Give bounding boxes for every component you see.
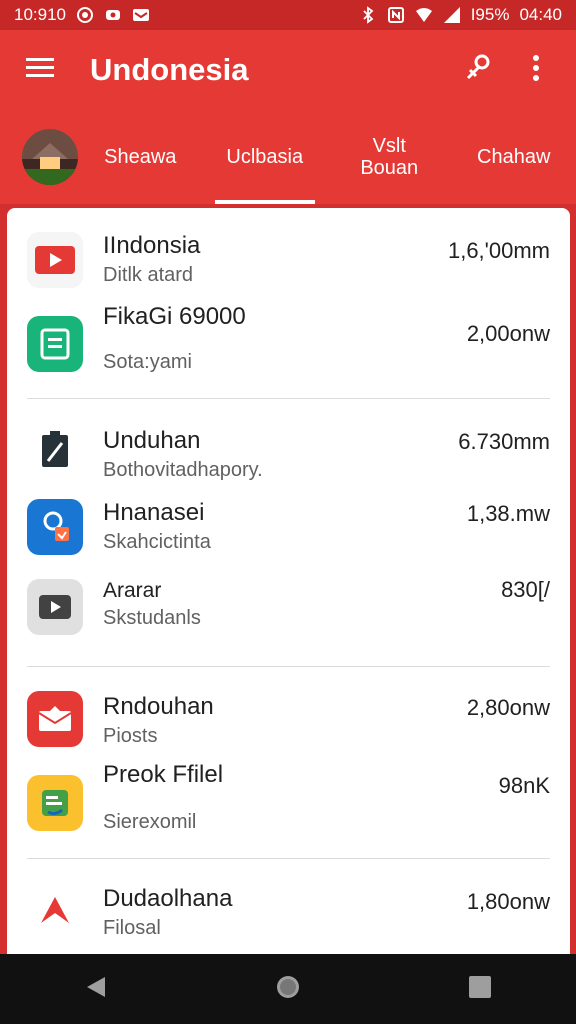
notification-icon [104, 6, 122, 24]
item-subtitle: Sota:yami [103, 351, 192, 373]
app-bar: Undonesia [0, 30, 576, 110]
list-group: Dudaolhana Filosal 1,80onw [27, 859, 550, 954]
list-item[interactable]: Rndouhan Piosts 2,80onw [27, 667, 550, 753]
share-button[interactable] [456, 50, 496, 90]
status-time-right: 04:40 [519, 5, 562, 24]
tab-chahaw[interactable]: Chahaw [452, 110, 576, 204]
menu-icon [26, 57, 54, 84]
list-group: Rndouhan Piosts 2,80onw Preok Ffilel Sie… [27, 667, 550, 859]
mail-icon [27, 691, 83, 747]
list-item[interactable]: Unduhan Bothovitadhapory. 6.730mm [27, 399, 550, 481]
tab-label: Chahaw [477, 146, 551, 168]
status-bar: 10:910 I95% 04:40 [0, 0, 576, 30]
tab-bar: Sheawa Uclbasia Vslt Bouan Chahaw [0, 110, 576, 204]
nfc-icon [387, 6, 405, 24]
recents-icon [469, 975, 491, 1003]
battery-percent: I95% [470, 5, 510, 24]
more-options-button[interactable] [516, 50, 556, 90]
item-subtitle: Skahcictinta [103, 531, 211, 553]
item-name: Preok Ffilel [103, 761, 224, 788]
home-icon [275, 974, 301, 1005]
item-subtitle: Piosts [103, 725, 158, 747]
item-name: Ararar [103, 579, 162, 602]
clipboard-icon [27, 421, 83, 477]
item-size: 2,00onw [466, 321, 550, 346]
item-size: 98nK [498, 773, 550, 798]
list-item[interactable]: IIndonsia Ditlk atard 1,6,'00mm [27, 208, 550, 288]
item-subtitle: Sierexomil [103, 811, 197, 833]
list-item[interactable]: Hnanasei Skahcictinta 1,38.mw [27, 479, 550, 565]
item-subtitle: Skstudanls [103, 607, 201, 629]
menu-button[interactable] [20, 50, 60, 90]
list-group: Unduhan Bothovitadhapory. 6.730mm Hnanas… [27, 399, 550, 667]
list-item[interactable]: Ararar Skstudanls 830[/ [27, 565, 550, 645]
photo-edit-icon [27, 499, 83, 555]
list-group: IIndonsia Ditlk atard 1,6,'00mm FikaGi 6… [27, 208, 550, 399]
item-name: Unduhan [103, 427, 201, 454]
navigation-bar [0, 954, 576, 1024]
item-name: Hnanasei [103, 499, 205, 526]
page-title: Undonesia [90, 52, 249, 87]
item-size: 1,38.mw [466, 501, 550, 526]
item-size: 1,6,'00mm [447, 238, 550, 263]
item-size: 1,80onw [466, 889, 550, 914]
app-list: IIndonsia Ditlk atard 1,6,'00mm FikaGi 6… [7, 208, 570, 954]
arrow-logo-icon [27, 883, 83, 939]
item-subtitle: Filosal [103, 917, 161, 939]
item-name: FikaGi 69000 [103, 303, 246, 330]
sticker-icon [27, 775, 83, 831]
back-button[interactable] [72, 965, 120, 1013]
item-name: IIndonsia [103, 232, 201, 259]
list-item[interactable]: Preok Ffilel Sierexomil 98nK [27, 753, 550, 853]
tab-sheawa[interactable]: Sheawa [78, 110, 203, 204]
wifi-icon [415, 6, 433, 24]
item-size: 6.730mm [458, 429, 550, 454]
notes-icon [27, 316, 83, 372]
tab-label: Vslt Bouan [360, 135, 419, 179]
tab-label: Uclbasia [226, 146, 304, 168]
item-subtitle: Ditlk atard [103, 264, 194, 286]
message-icon [132, 6, 150, 24]
item-size: 830[/ [501, 577, 550, 602]
item-size: 2,80onw [466, 695, 550, 720]
youtube-icon [27, 232, 83, 288]
status-time-left: 10:910 [14, 5, 66, 24]
tab-uclbasia[interactable]: Uclbasia [203, 110, 328, 204]
tab-vslt-bouan[interactable]: Vslt Bouan [327, 110, 452, 204]
recents-button[interactable] [456, 965, 504, 1013]
avatar[interactable] [22, 129, 78, 185]
signal-icon [443, 6, 461, 24]
item-name: Rndouhan [103, 693, 214, 720]
bluetooth-icon [359, 6, 377, 24]
notification-icon [76, 6, 94, 24]
video-icon [27, 579, 83, 635]
list-item[interactable]: Dudaolhana Filosal 1,80onw [27, 859, 550, 954]
more-vert-icon [532, 54, 540, 86]
share-icon [460, 52, 492, 89]
list-item[interactable]: FikaGi 69000 Sota:yami 2,00onw [27, 288, 550, 388]
back-icon [85, 975, 107, 1004]
tab-label: Sheawa [104, 146, 177, 168]
item-name: Dudaolhana [103, 885, 233, 912]
home-button[interactable] [264, 965, 312, 1013]
